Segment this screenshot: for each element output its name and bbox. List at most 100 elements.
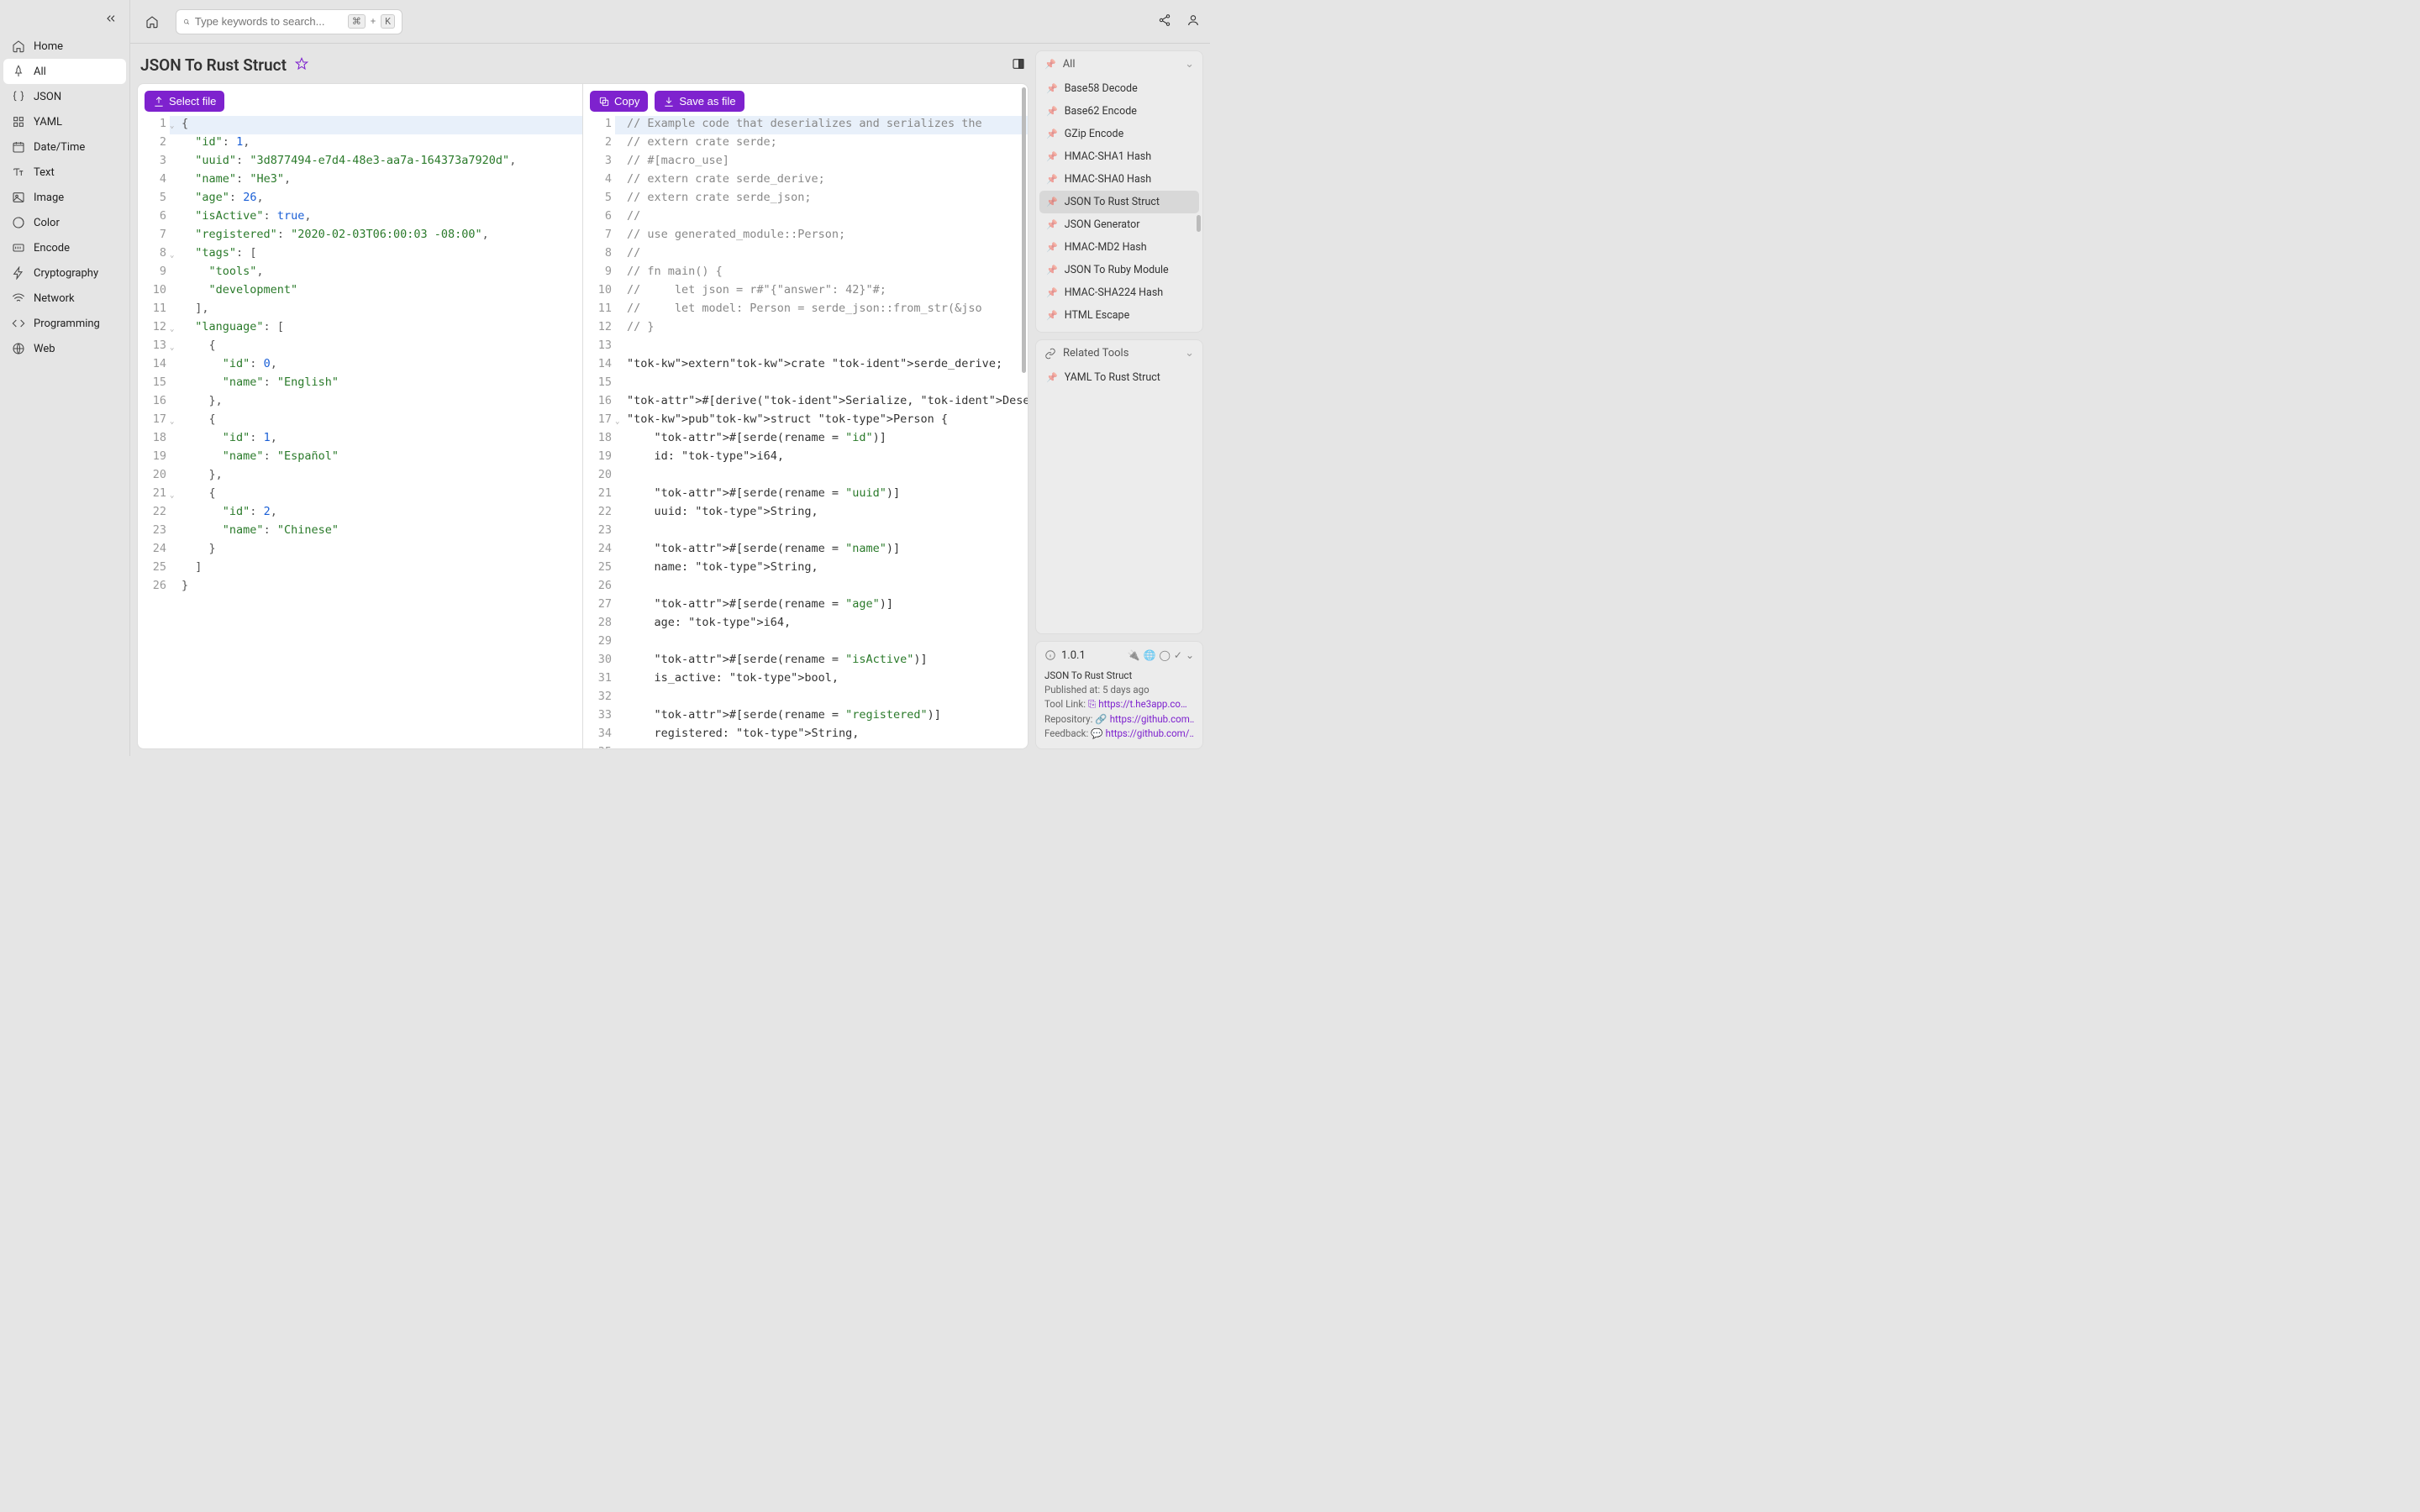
braces-icon: [12, 90, 25, 103]
all-label: All: [1063, 58, 1076, 71]
tool-item[interactable]: 📌JSON To Ruby Module: [1039, 259, 1199, 281]
code-line: 32: [583, 689, 1028, 707]
related-tool-item[interactable]: 📌YAML To Rust Struct: [1039, 366, 1199, 389]
tool-item[interactable]: 📌Base62 Encode: [1039, 100, 1199, 123]
code-line: 20 },: [138, 467, 582, 486]
sidebar-item-encode[interactable]: Encode: [3, 235, 126, 260]
code-line: 20: [583, 467, 1028, 486]
layout-toggle-button[interactable]: [1012, 57, 1025, 74]
search-input[interactable]: [195, 15, 343, 28]
plug-icon[interactable]: 🔌: [1128, 649, 1140, 661]
sidebar-item-image[interactable]: Image: [3, 185, 126, 210]
code-line: 4 "name": "He3",: [138, 171, 582, 190]
bolt-icon: [12, 266, 25, 280]
related-list[interactable]: 📌YAML To Rust Struct: [1036, 366, 1202, 394]
favorite-button[interactable]: [295, 57, 308, 74]
sidebar-item-home[interactable]: Home: [3, 34, 126, 59]
feedback-label: Feedback:: [1044, 727, 1088, 741]
info-title: JSON To Rust Struct: [1044, 669, 1132, 683]
text-icon: [12, 165, 25, 179]
tool-label: YAML To Rust Struct: [1065, 371, 1160, 384]
copy-button[interactable]: Copy: [590, 91, 648, 112]
tool-link-icon: ⎘: [1088, 697, 1096, 711]
input-editor[interactable]: 1⌄{2 "id": 1,3 "uuid": "3d877494-e7d4-48…: [138, 84, 582, 748]
related-tools-header[interactable]: Related Tools ⌄: [1036, 340, 1202, 366]
sidebar-item-label: Encode: [34, 242, 70, 255]
sidebar-item-color[interactable]: Color: [3, 210, 126, 235]
sidebar-item-text[interactable]: Text: [3, 160, 126, 185]
collapse-sidebar-button[interactable]: [96, 7, 126, 34]
globe-icon[interactable]: 🌐: [1143, 649, 1155, 661]
tool-label: JSON To Ruby Module: [1065, 264, 1169, 276]
tool-label: HMAC-SHA224 Hash: [1065, 286, 1163, 299]
tool-label: JSON To Rust Struct: [1065, 196, 1160, 208]
code-line: 33 "tok-attr">#[serde(rename = "register…: [583, 707, 1028, 726]
save-as-label: Save as file: [679, 95, 735, 108]
code-line: 27 "tok-attr">#[serde(rename = "age")]: [583, 596, 1028, 615]
tool-item[interactable]: 📌HTML Escape: [1039, 304, 1199, 327]
select-file-button[interactable]: Select file: [145, 91, 224, 112]
code-line: 8 //: [583, 245, 1028, 264]
feedback-value[interactable]: https://github.com/…: [1106, 727, 1194, 741]
tool-link-value[interactable]: https://t.he3app.co…: [1098, 697, 1186, 711]
code-line: 19 "name": "Español": [138, 449, 582, 467]
code-line: 2 "id": 1,: [138, 134, 582, 153]
share-button[interactable]: [1158, 13, 1171, 30]
title-row: JSON To Rust Struct: [137, 50, 1028, 83]
output-scrollbar[interactable]: [1022, 87, 1026, 745]
tools-scrollbar[interactable]: [1197, 81, 1201, 328]
code-line: 9 "tools",: [138, 264, 582, 282]
globe-icon: [12, 342, 25, 355]
code-line: 21 "tok-attr">#[serde(rename = "uuid")]: [583, 486, 1028, 504]
tool-list[interactable]: 📌Base58 Decode📌Base62 Encode📌GZip Encode…: [1036, 77, 1202, 332]
main-area: ⌘ + K JSON To Rust Struct: [130, 0, 1210, 756]
sidebar-item-date-time[interactable]: Date/Time: [3, 134, 126, 160]
tool-item[interactable]: 📌Base58 Decode: [1039, 77, 1199, 100]
pin-icon: 📌: [1046, 242, 1058, 253]
output-editor[interactable]: 1 // Example code that deserializes and …: [583, 84, 1028, 748]
search-box[interactable]: ⌘ + K: [176, 9, 402, 34]
tool-item[interactable]: 📌HMAC-SHA1 Hash: [1039, 145, 1199, 168]
code-line: 3 "uuid": "3d877494-e7d4-48e3-aa7a-16437…: [138, 153, 582, 171]
code-line: 21⌄ {: [138, 486, 582, 504]
code-line: 12⌄ "language": [: [138, 319, 582, 338]
sidebar-item-all[interactable]: All: [3, 59, 126, 84]
sidebar-item-cryptography[interactable]: Cryptography: [3, 260, 126, 286]
tool-item[interactable]: 📌 HMAC-MD2 Hash: [1039, 236, 1199, 259]
user-button[interactable]: [1186, 13, 1200, 30]
check-icon[interactable]: ✓: [1174, 649, 1182, 661]
sidebar-item-network[interactable]: Network: [3, 286, 126, 311]
code-line: 13⌄ {: [138, 338, 582, 356]
code-line: 26 }: [138, 578, 582, 596]
repo-value[interactable]: https://github.com…: [1110, 712, 1194, 727]
tool-label: HMAC-MD2 Hash: [1065, 241, 1147, 254]
repo-label: Repository:: [1044, 712, 1092, 727]
sidebar-item-programming[interactable]: Programming: [3, 311, 126, 336]
code-line: 1 // Example code that deserializes and …: [583, 116, 1028, 134]
tool-item[interactable]: 📌GZip Encode: [1039, 123, 1199, 145]
code-line: 19 id: "tok-type">i64,: [583, 449, 1028, 467]
tool-item[interactable]: 📌JSON Generator: [1039, 213, 1199, 236]
editor-panels: Select file 1⌄{2 "id": 1,3 "uuid": "3d87…: [137, 83, 1028, 749]
info-icon: [1044, 649, 1056, 661]
all-tools-header[interactable]: 📌 All ⌄: [1036, 51, 1202, 77]
kbd-k: K: [381, 14, 395, 29]
info-panel: 1.0.1 🔌 🌐 ◯ ✓ ⌄ JSON To Rust Struct Publ…: [1035, 641, 1203, 749]
chevron-down-icon: ⌄: [1185, 58, 1194, 71]
sidebar-item-json[interactable]: JSON: [3, 84, 126, 109]
save-as-file-button[interactable]: Save as file: [655, 91, 744, 112]
copy-icon: [598, 96, 610, 108]
chevron-down-icon[interactable]: ⌄: [1186, 649, 1194, 661]
sidebar-item-web[interactable]: Web: [3, 336, 126, 361]
tool-item[interactable]: 📌JSON To Rust Struct: [1039, 191, 1199, 213]
sidebar-item-yaml[interactable]: YAML: [3, 109, 126, 134]
sidebar-item-label: All: [34, 66, 46, 78]
code-line: 12 // }: [583, 319, 1028, 338]
code-line: 18 "tok-attr">#[serde(rename = "id")]: [583, 430, 1028, 449]
github-icon[interactable]: ◯: [1159, 649, 1170, 661]
tool-item[interactable]: 📌HMAC-SHA224 Hash: [1039, 281, 1199, 304]
home-button[interactable]: [140, 10, 164, 34]
link-icon: [1044, 348, 1056, 360]
code-line: 11 ],: [138, 301, 582, 319]
tool-item[interactable]: 📌HMAC-SHA0 Hash: [1039, 168, 1199, 191]
